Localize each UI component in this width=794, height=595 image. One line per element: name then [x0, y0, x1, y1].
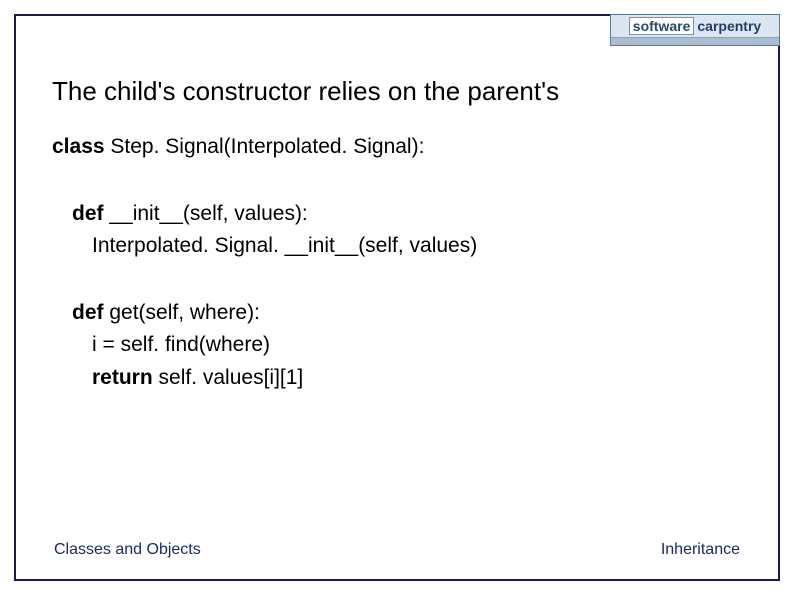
spacer [52, 164, 742, 198]
code-line-super-init: Interpolated. Signal. __init__(self, val… [52, 230, 742, 263]
spacer [52, 263, 742, 297]
slide-title: The child's constructor relies on the pa… [52, 76, 742, 107]
keyword-return: return [92, 366, 153, 389]
logo-text: software carpentry [611, 15, 779, 37]
code-text: get(self, where): [104, 301, 260, 324]
code-line-return: return self. values[i][1] [52, 362, 742, 395]
slide-frame: software carpentry The child's construct… [14, 14, 780, 581]
footer-left: Classes and Objects [54, 541, 201, 559]
slide-content: The child's constructor relies on the pa… [52, 76, 742, 394]
keyword-def: def [72, 202, 104, 225]
footer-right: Inheritance [661, 541, 740, 559]
keyword-def: def [72, 301, 104, 324]
code-text: self. values[i][1] [153, 366, 304, 389]
code-line-def-get: def get(self, where): [52, 297, 742, 330]
code-text: __init__(self, values): [104, 202, 308, 225]
code-line-class: class Step. Signal(Interpolated. Signal)… [52, 131, 742, 164]
code-line-assign: i = self. find(where) [52, 329, 742, 362]
code-line-def-init: def __init__(self, values): [52, 198, 742, 231]
code-text: Interpolated. Signal. __init__(self, val… [92, 234, 477, 257]
logo-word-carpentry: carpentry [697, 18, 761, 34]
logo-tagline [611, 37, 779, 45]
code-block: class Step. Signal(Interpolated. Signal)… [52, 131, 742, 394]
keyword-class: class [52, 135, 105, 158]
software-carpentry-logo: software carpentry [610, 14, 780, 46]
code-text: i = self. find(where) [92, 333, 270, 356]
logo-word-software: software [629, 17, 695, 35]
code-text: Step. Signal(Interpolated. Signal): [105, 135, 425, 158]
